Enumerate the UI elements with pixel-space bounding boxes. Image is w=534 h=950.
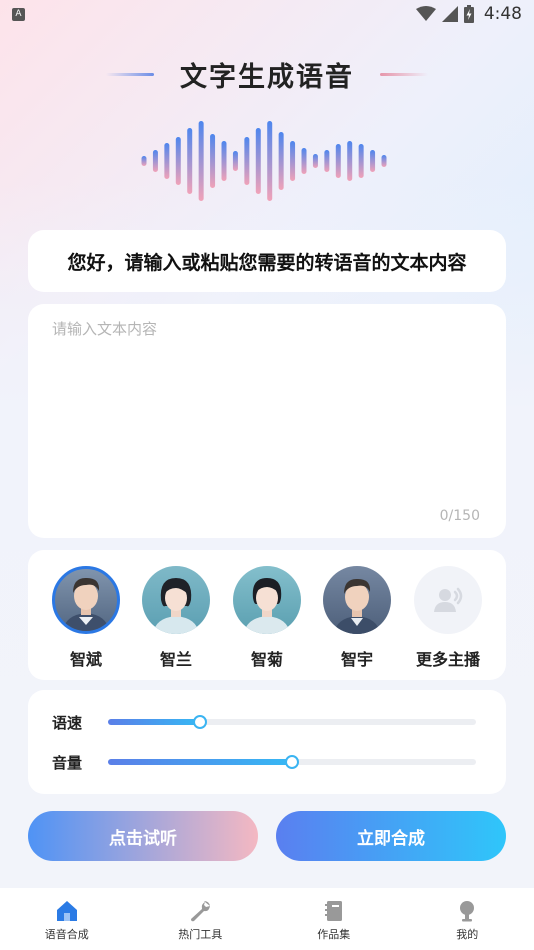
nav-item-hot-tools[interactable]: 热门工具 [134, 888, 268, 950]
speed-row: 语速 [52, 710, 482, 734]
more-voices-label: 更多主播 [415, 650, 480, 669]
synthesize-button[interactable]: 立即合成 [276, 811, 506, 861]
page-title: 文字生成语音 [180, 61, 354, 93]
preview-button[interactable]: 点击试听 [28, 811, 258, 861]
wave-bar [244, 137, 250, 185]
wave-bar [267, 121, 273, 201]
voice-person-icon [434, 587, 463, 612]
bottom-nav: 语音合成 热门工具 作品集 我的 [0, 888, 534, 950]
volume-slider[interactable] [108, 755, 476, 769]
volume-slider-thumb[interactable] [285, 755, 299, 769]
nav-label: 作品集 [317, 928, 351, 941]
wave-bar [358, 144, 364, 178]
notification-icon: A [12, 7, 25, 21]
wave-bar [198, 121, 204, 201]
wave-bar [324, 150, 330, 172]
cellular-signal-icon [441, 6, 458, 22]
avatar [52, 566, 120, 634]
nav-item-profile[interactable]: 我的 [401, 888, 534, 950]
text-input[interactable] [52, 318, 482, 498]
wave-bar [301, 148, 307, 174]
voice-option-zhiju[interactable]: 智菊 [229, 566, 305, 670]
status-bar: A 4:48 [0, 0, 534, 28]
more-voices-button[interactable]: 更多主播 [410, 566, 486, 670]
wifi-icon [415, 6, 436, 21]
nav-label: 我的 [456, 928, 479, 941]
prompt-card: 您好，请输入或粘贴您需要的转语音的文本内容 [28, 230, 506, 292]
nav-item-voice-synthesis[interactable]: 语音合成 [0, 888, 134, 950]
prompt-text: 您好，请输入或粘贴您需要的转语音的文本内容 [67, 251, 467, 274]
wrench-icon [191, 901, 211, 922]
battery-charging-icon [463, 5, 474, 23]
avatar [323, 566, 391, 634]
avatar [142, 566, 210, 634]
wave-bar [164, 143, 170, 179]
voice-name: 智兰 [159, 650, 192, 669]
audio-settings-card: 语速 音量 [28, 690, 506, 794]
volume-row: 音量 [52, 750, 482, 774]
soundwave-graphic [141, 121, 387, 201]
status-time: 4:48 [483, 4, 522, 24]
wave-bar [141, 156, 147, 166]
wave-bar [335, 144, 341, 178]
wave-bar [152, 150, 158, 172]
voice-option-zhibin[interactable]: 智斌 [48, 566, 124, 670]
wave-bar [175, 137, 181, 185]
voice-option-zhilan[interactable]: 智兰 [138, 566, 214, 670]
voice-selector-card: 智斌 智兰 智菊 智宇 更多主播 [28, 550, 506, 680]
nav-label: 语音合成 [44, 928, 89, 941]
wave-bar [381, 155, 387, 167]
wave-bar [210, 134, 216, 188]
avatar [233, 566, 301, 634]
wave-bar [187, 128, 193, 194]
wave-bar [221, 141, 227, 181]
wave-bar [255, 128, 261, 194]
notebook-icon [324, 901, 342, 921]
character-counter: 0/150 [439, 508, 480, 524]
page-header: 文字生成语音 [0, 52, 534, 96]
more-voices-circle [414, 566, 482, 634]
volume-slider-fill [108, 759, 292, 765]
wave-bar [232, 151, 238, 171]
voice-option-zhiyu[interactable]: 智宇 [319, 566, 395, 670]
profile-icon [460, 901, 475, 922]
status-icons: 4:48 [415, 4, 522, 24]
speed-slider-fill [108, 719, 200, 725]
title-decoration-left [106, 72, 154, 76]
wave-bar [278, 132, 284, 190]
nav-label: 热门工具 [178, 928, 223, 941]
voice-name: 智菊 [250, 650, 283, 669]
nav-item-works[interactable]: 作品集 [267, 888, 401, 950]
voice-name: 智宇 [340, 650, 373, 669]
title-decoration-right [380, 72, 428, 76]
text-input-card: 0/150 [28, 304, 506, 538]
volume-label: 音量 [52, 753, 83, 772]
wave-bar [312, 154, 318, 168]
wave-bar [290, 141, 296, 181]
wave-bar [370, 150, 376, 172]
speed-slider[interactable] [108, 715, 476, 729]
wave-bar [347, 141, 353, 181]
voice-name: 智斌 [69, 650, 102, 669]
speed-slider-thumb[interactable] [193, 715, 207, 729]
speed-label: 语速 [52, 713, 83, 732]
home-icon [56, 901, 77, 921]
